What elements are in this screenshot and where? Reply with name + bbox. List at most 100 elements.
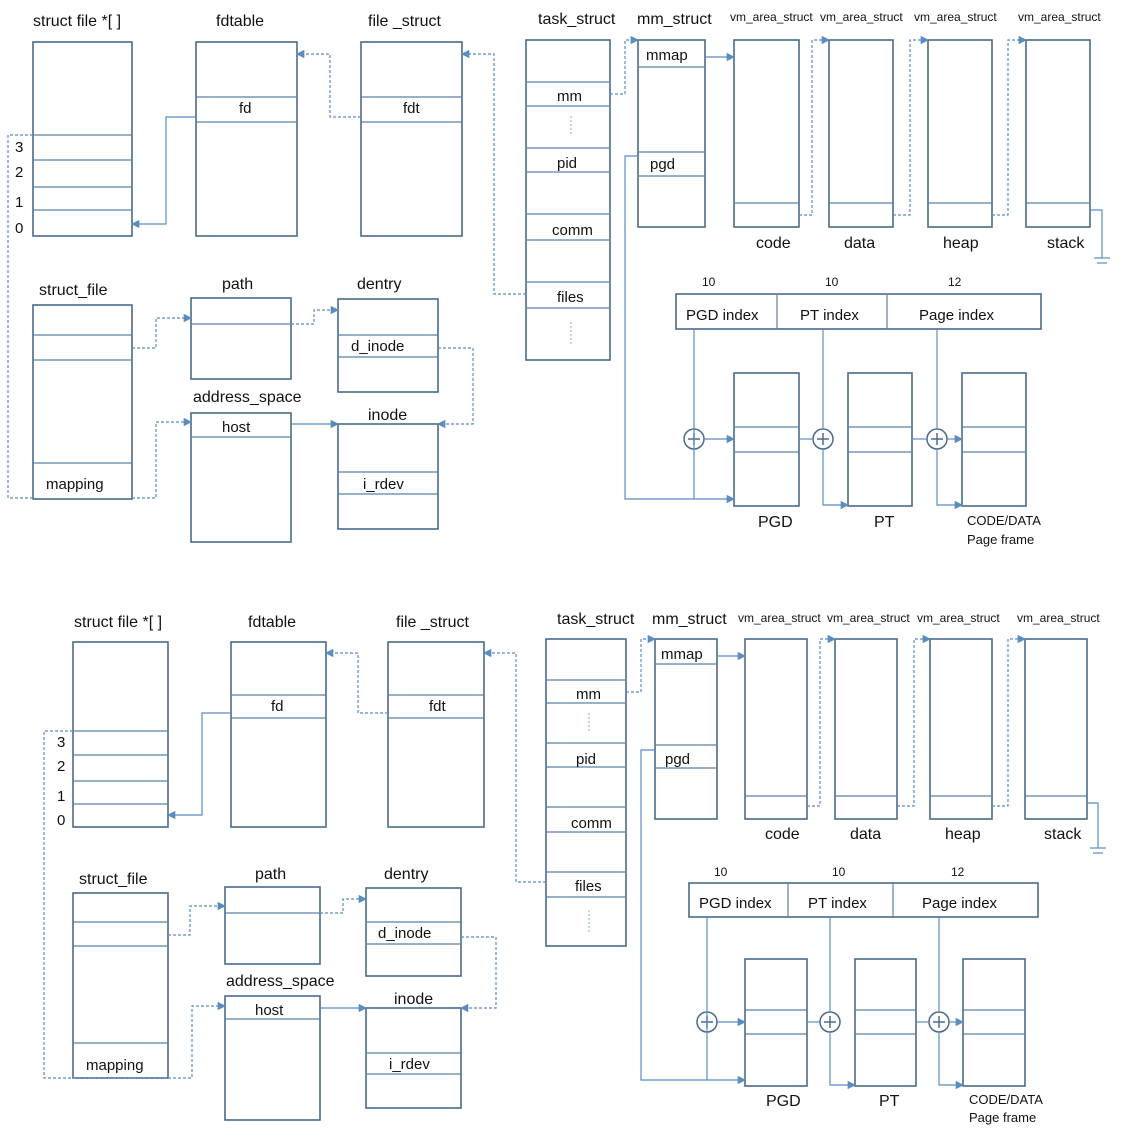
task-struct-title: task_struct [538,11,616,28]
vm-area-title-2: vm_area_struct [820,10,903,24]
path-title: path [255,866,286,883]
index-2: 2 [57,758,65,775]
bits-1: 10 [702,275,716,289]
segment-stack: stack [1047,235,1085,252]
fdt-field: fdt [429,698,447,715]
mm-struct-box [654,638,718,820]
struct-file-array-box [32,41,133,237]
i-rdev-field: i_rdev [363,476,404,493]
path-title: path [222,276,253,293]
files-field: files [575,878,602,895]
index-2: 2 [15,164,23,181]
mapping-field: mapping [46,476,104,493]
panel-bottom: struct file *[ ] 3 2 1 0 fdtable fd file… [43,611,1106,1125]
vm-area-title-3: vm_area_struct [917,611,1000,625]
mm-struct-title: mm_struct [652,611,727,628]
mm-field: mm [576,686,601,703]
bits-3: 12 [951,865,965,879]
vm-area-boxes [733,39,1091,228]
host-field: host [222,419,251,436]
pt-label: PT [874,514,895,531]
dentry-title: dentry [384,866,428,883]
bits-1: 10 [714,865,728,879]
page-tables [733,372,1027,507]
path-box [224,886,321,965]
vm-area-title-4: vm_area_struct [1018,10,1101,24]
segment-stack: stack [1044,826,1082,843]
file-struct-box [387,641,485,828]
pgd-index-field: PGD index [699,895,772,912]
segment-heap: heap [945,826,981,843]
struct-file-title: struct_file [39,282,108,299]
index-0: 0 [57,812,65,829]
frame-label-2: Page frame [967,532,1034,547]
pgd-field: pgd [650,156,675,173]
bits-3: 12 [948,275,962,289]
vm-area-boxes [744,638,1088,820]
files-field: files [557,289,584,306]
index-1: 1 [15,194,23,211]
comm-field: comm [552,222,593,239]
pgd-field: pgd [665,751,690,768]
page-index-field: Page index [919,307,995,324]
fdtable-title: fdtable [248,614,296,631]
address-space-title: address_space [226,973,335,990]
index-0: 0 [15,220,23,237]
bits-2: 10 [832,865,846,879]
inode-title: inode [368,407,407,424]
page-tables [744,958,1026,1087]
file-struct-title: file _struct [396,614,469,631]
struct-file-array-title: struct file *[ ] [33,13,121,30]
fd-field: fd [271,698,284,715]
pgd-index-field: PGD index [686,307,759,324]
kernel-structures-diagram: struct file *[ ] 3 2 1 0 fdtable fd file… [7,10,1110,1125]
segment-data: data [844,235,875,252]
index-1: 1 [57,788,65,805]
frame-label-1: CODE/DATA [969,1092,1043,1107]
panel-top: struct file *[ ] 3 2 1 0 fdtable fd file… [7,10,1110,547]
frame-label-2: Page frame [969,1110,1036,1125]
struct-file-array-box [72,641,169,828]
struct-file-array-title: struct file *[ ] [74,614,162,631]
index-3: 3 [15,139,23,156]
mapping-field: mapping [86,1057,144,1074]
task-struct-title: task_struct [557,611,635,628]
vm-area-title-2: vm_area_struct [827,611,910,625]
fdtable-title: fdtable [216,13,264,30]
d-inode-field: d_inode [351,338,404,355]
file-struct-title: file _struct [368,13,441,30]
pgd-label: PGD [758,514,793,531]
pid-field: pid [557,155,577,172]
vm-area-title-4: vm_area_struct [1017,611,1100,625]
fdtable-box [195,41,298,237]
segment-code: code [756,235,791,252]
host-field: host [255,1002,284,1019]
segment-code: code [765,826,800,843]
vm-area-title-3: vm_area_struct [914,10,997,24]
pid-field: pid [576,751,596,768]
comm-field: comm [571,815,612,832]
inode-title: inode [394,991,433,1008]
address-space-title: address_space [193,389,302,406]
vm-area-title-1: vm_area_struct [730,10,813,24]
i-rdev-field: i_rdev [389,1056,430,1073]
segment-data: data [850,826,881,843]
frame-label-1: CODE/DATA [967,513,1041,528]
pgd-label: PGD [766,1093,801,1110]
pt-index-field: PT index [800,307,859,324]
struct-file-title: struct_file [79,871,148,888]
pt-index-field: PT index [808,895,867,912]
vm-area-title-1: vm_area_struct [738,611,821,625]
mm-field: mm [557,88,582,105]
file-struct-box [360,41,463,237]
fd-field: fd [239,100,252,117]
dentry-title: dentry [357,276,401,293]
path-box [190,297,292,380]
mmap-field: mmap [646,47,688,64]
fdtable-box [230,641,327,828]
index-3: 3 [57,734,65,751]
mm-struct-box [637,39,706,228]
mmap-field: mmap [661,646,703,663]
struct-file-box [72,892,169,1079]
fdt-field: fdt [403,100,421,117]
